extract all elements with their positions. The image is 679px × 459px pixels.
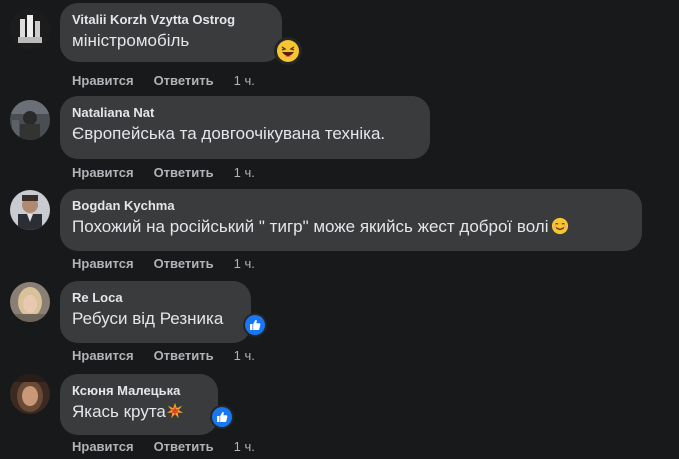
comment-author[interactable]: Ксюня Малецька — [72, 382, 206, 399]
reply-button[interactable]: Ответить — [154, 439, 214, 455]
like-button[interactable]: Нравится — [72, 439, 134, 455]
comment-text: Європейська та довгоочікувана техніка. — [72, 124, 386, 143]
like-button[interactable]: Нравится — [72, 348, 134, 364]
comment-author[interactable]: Re Loca — [72, 289, 239, 306]
comment-text: Ребуси від Резника — [72, 309, 224, 328]
avatar[interactable] — [10, 190, 50, 230]
reply-button[interactable]: Ответить — [154, 73, 214, 89]
reply-button[interactable]: Ответить — [154, 256, 214, 272]
reply-button[interactable]: Ответить — [154, 348, 214, 364]
avatar[interactable] — [10, 100, 50, 140]
comment-bubble: Re Loca Ребуси від Резника — [60, 281, 251, 343]
laughing-emoji-icon — [277, 40, 299, 62]
comment-timestamp[interactable]: 1 ч. — [234, 256, 255, 272]
comment-timestamp[interactable]: 1 ч. — [234, 73, 255, 89]
comment-bubble: Vitalii Korzh Vzytta Ostrog міністромобі… — [60, 3, 282, 62]
comment-timestamp[interactable]: 1 ч. — [234, 165, 255, 181]
avatar[interactable] — [10, 282, 50, 322]
like-button[interactable]: Нравится — [72, 165, 134, 181]
comment-text-content: Якась крута — [72, 402, 166, 421]
comment-author[interactable]: Vitalii Korzh Vzytta Ostrog — [72, 11, 270, 28]
like-reaction-icon — [245, 315, 265, 335]
like-button[interactable]: Нравится — [72, 73, 134, 89]
comment-actions: Нравится Ответить 1 ч. — [72, 165, 255, 181]
avatar[interactable] — [10, 374, 50, 414]
comment-actions: Нравится Ответить 1 ч. — [72, 256, 255, 272]
reaction-badge[interactable] — [274, 37, 302, 65]
comment-text-content: Похожий на російський " тигр" може якийс… — [72, 217, 549, 236]
avatar[interactable] — [10, 9, 50, 49]
comment-timestamp[interactable]: 1 ч. — [234, 439, 255, 455]
comment-actions: Нравится Ответить 1 ч. — [72, 73, 255, 89]
comment-actions: Нравится Ответить 1 ч. — [72, 348, 255, 364]
collision-emoji-icon — [166, 402, 183, 419]
comment-text: Якась крута — [72, 401, 206, 423]
comment-bubble: Ксюня Малецька Якась крута — [60, 374, 218, 435]
comment-text: міністромобіль — [72, 31, 190, 50]
comment-text: Похожий на російський " тигр" може якийс… — [72, 216, 630, 238]
reply-button[interactable]: Ответить — [154, 165, 214, 181]
smiling-face-emoji-icon — [551, 217, 568, 235]
comment-actions: Нравится Ответить 1 ч. — [72, 439, 255, 455]
like-button[interactable]: Нравится — [72, 256, 134, 272]
comment-timestamp[interactable]: 1 ч. — [234, 348, 255, 364]
comment-author[interactable]: Nataliana Nat — [72, 104, 418, 121]
reaction-badge[interactable] — [210, 405, 234, 429]
reaction-badge[interactable] — [243, 313, 267, 337]
comment-author[interactable]: Bogdan Kychma — [72, 197, 630, 214]
like-reaction-icon — [212, 407, 232, 427]
comment-bubble: Bogdan Kychma Похожий на російський " ти… — [60, 189, 642, 251]
comment-bubble: Nataliana Nat Європейська та довгоочікув… — [60, 96, 430, 159]
